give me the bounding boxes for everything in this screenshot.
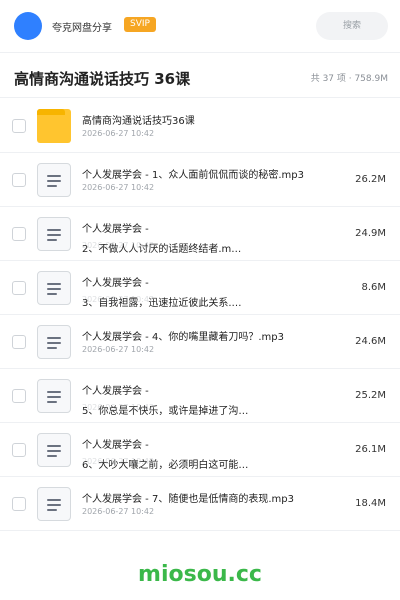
- file-row[interactable]: 个人发展学会 - 4、你的嘴里藏着刀吗？.mp3 2026-06-27 10:42…: [0, 315, 400, 369]
- audio-file-icon: [37, 271, 71, 305]
- row-checkbox[interactable]: [12, 173, 26, 187]
- file-name-line1: 个人发展学会 -: [82, 278, 149, 289]
- file-name[interactable]: 个人发展学会 -2、不做人人讨厌的话题终结者.m…: [82, 220, 282, 260]
- file-row[interactable]: 个人发展学会 -2、不做人人讨厌的话题终结者.m… 2026-06-27 10:4…: [0, 207, 400, 261]
- file-name[interactable]: 个人发展学会 - 1、众人面前侃侃而谈的秘密.mp3: [82, 166, 304, 181]
- file-row[interactable]: 个人发展学会 -6、大吵大嚷之前，必须明白这可能… 2026-06-27 10:4…: [0, 423, 400, 477]
- avatar[interactable]: [14, 12, 42, 40]
- file-name[interactable]: 个人发展学会 -5、你总是不快乐，或许是掉进了沟…: [82, 382, 282, 422]
- audio-file-icon: [37, 325, 71, 359]
- file-name-line1: 个人发展学会 -: [82, 224, 149, 235]
- audio-file-icon: [37, 433, 71, 467]
- row-checkbox[interactable]: [12, 497, 26, 511]
- file-name[interactable]: 个人发展学会 - 7、随便也是低情商的表现.mp3: [82, 490, 294, 505]
- file-size: 25.2M: [355, 390, 386, 401]
- share-owner-name: 夸克网盘分享: [52, 23, 112, 34]
- file-row[interactable]: 个人发展学会 - 7、随便也是低情商的表现.mp3 2026-06-27 10:4…: [0, 477, 400, 531]
- row-checkbox[interactable]: [12, 281, 26, 295]
- file-list: 高情商沟通说话技巧36课 2026-06-27 10:42 个人发展学会 - 1、众…: [0, 99, 400, 531]
- file-size: 24.9M: [355, 228, 386, 239]
- file-date: 2026-06-27 10:42: [82, 183, 155, 192]
- audio-file-icon: [37, 217, 71, 251]
- file-size: 26.1M: [355, 444, 386, 455]
- row-checkbox[interactable]: [12, 119, 26, 133]
- file-date: 2026-06-27 10:42: [82, 129, 155, 138]
- file-row[interactable]: 个人发展学会 -5、你总是不快乐，或许是掉进了沟… 2026-06-27 10:4…: [0, 369, 400, 423]
- file-row[interactable]: 个人发展学会 -3、自我袒露，迅速拉近彼此关系.… 2026-06-27 10:4…: [0, 261, 400, 315]
- file-date: 2026-06-27 10:42: [82, 241, 155, 250]
- audio-file-icon: [37, 163, 71, 197]
- row-checkbox[interactable]: [12, 335, 26, 349]
- file-date: 2026-06-27 10:42: [82, 295, 155, 304]
- folder-title-row: 高情商沟通说话技巧 36课 共 37 项 · 758.9M: [0, 52, 400, 98]
- search-input[interactable]: 搜索: [316, 12, 388, 40]
- file-size: 26.2M: [355, 174, 386, 185]
- watermark: miosou.cc: [138, 562, 262, 587]
- folder-icon: [37, 109, 71, 143]
- file-row[interactable]: 个人发展学会 - 1、众人面前侃侃而谈的秘密.mp3 2026-06-27 10:…: [0, 153, 400, 207]
- file-name-line1: 个人发展学会 -: [82, 440, 149, 451]
- row-checkbox[interactable]: [12, 443, 26, 457]
- audio-file-icon: [37, 379, 71, 413]
- file-size: 8.6M: [361, 282, 386, 293]
- file-name[interactable]: 个人发展学会 -6、大吵大嚷之前，必须明白这可能…: [82, 436, 282, 476]
- file-date: 2026-06-27 10:42: [82, 457, 155, 466]
- file-date: 2026-06-27 10:42: [82, 345, 155, 354]
- file-size: 18.4M: [355, 498, 386, 509]
- file-name[interactable]: 高情商沟通说话技巧36课: [82, 112, 195, 127]
- file-name-line1: 个人发展学会 -: [82, 386, 149, 397]
- svip-badge: SVIP: [124, 17, 156, 32]
- row-checkbox[interactable]: [12, 227, 26, 241]
- top-bar: 夸克网盘分享 SVIP 搜索: [0, 0, 400, 52]
- file-date: 2026-06-27 10:42: [82, 507, 155, 516]
- file-name[interactable]: 个人发展学会 - 4、你的嘴里藏着刀吗？.mp3: [82, 328, 284, 343]
- audio-file-icon: [37, 487, 71, 521]
- file-row[interactable]: 高情商沟通说话技巧36课 2026-06-27 10:42: [0, 99, 400, 153]
- file-name[interactable]: 个人发展学会 -3、自我袒露，迅速拉近彼此关系.…: [82, 274, 282, 314]
- folder-meta: 共 37 项 · 758.9M: [310, 74, 388, 84]
- file-date: 2026-06-27 10:42: [82, 403, 155, 412]
- page-title: 高情商沟通说话技巧 36课: [14, 70, 191, 88]
- row-checkbox[interactable]: [12, 389, 26, 403]
- file-size: 24.6M: [355, 336, 386, 347]
